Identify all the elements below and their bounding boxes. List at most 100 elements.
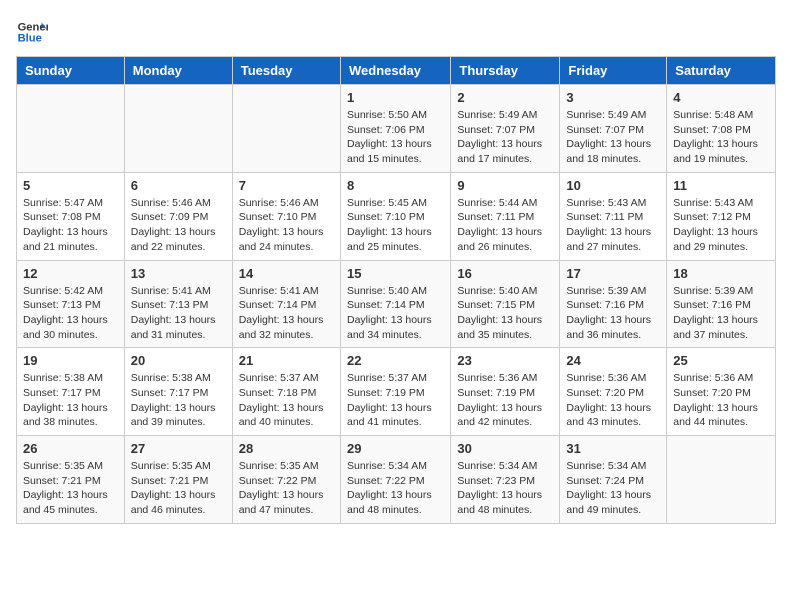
calendar-cell: 27Sunrise: 5:35 AM Sunset: 7:21 PM Dayli… <box>124 436 232 524</box>
col-header-sunday: Sunday <box>17 57 125 85</box>
calendar-cell: 21 Sunrise: 5:37 AM Sunset: 7:18 PM Dayli… <box>232 348 340 436</box>
day-number: 30 <box>457 441 553 456</box>
day-info: Sunrise: 5:34 AM Sunset: 7:24 PM Dayligh… <box>566 459 660 518</box>
calendar-cell: 25 Sunrise: 5:36 AM Sunset: 7:20 PM Dayli… <box>667 348 776 436</box>
calendar-cell: 16Sunrise: 5:40 AM Sunset: 7:15 PM Dayli… <box>451 260 560 348</box>
col-header-monday: Monday <box>124 57 232 85</box>
calendar-cell: 7 Sunrise: 5:46 AM Sunset: 7:10 PM Daylig… <box>232 172 340 260</box>
day-info: Sunrise: 5:37 AM Sunset: 7:18 PM Dayligh… <box>239 371 334 430</box>
day-info: Sunrise: 5:44 AM Sunset: 7:11 PM Dayligh… <box>457 196 553 255</box>
calendar-cell: 13 Sunrise: 5:41 AM Sunset: 7:13 PM Dayli… <box>124 260 232 348</box>
col-header-saturday: Saturday <box>667 57 776 85</box>
page-header: General Blue <box>16 16 776 48</box>
calendar-cell: 8 Sunrise: 5:45 AM Sunset: 7:10 PM Daylig… <box>340 172 450 260</box>
day-number: 9 <box>457 178 553 193</box>
day-number: 17 <box>566 266 660 281</box>
day-number: 4 <box>673 90 769 105</box>
day-info: Sunrise: 5:36 AM Sunset: 7:20 PM Dayligh… <box>566 371 660 430</box>
day-info: Sunrise: 5:35 AM Sunset: 7:22 PM Dayligh… <box>239 459 334 518</box>
calendar-cell: 10Sunrise: 5:43 AM Sunset: 7:11 PM Dayli… <box>560 172 667 260</box>
day-number: 16 <box>457 266 553 281</box>
calendar-cell: 15 Sunrise: 5:40 AM Sunset: 7:14 PM Dayli… <box>340 260 450 348</box>
calendar-cell: 22 Sunrise: 5:37 AM Sunset: 7:19 PM Dayli… <box>340 348 450 436</box>
day-info: Sunrise: 5:36 AM Sunset: 7:19 PM Dayligh… <box>457 371 553 430</box>
calendar-week-5: 26 Sunrise: 5:35 AM Sunset: 7:21 PM Dayli… <box>17 436 776 524</box>
day-info: Sunrise: 5:46 AM Sunset: 7:09 PM Dayligh… <box>131 196 226 255</box>
day-number: 19 <box>23 353 118 368</box>
day-info: Sunrise: 5:34 AM Sunset: 7:22 PM Dayligh… <box>347 459 444 518</box>
col-header-thursday: Thursday <box>451 57 560 85</box>
day-number: 29 <box>347 441 444 456</box>
day-info: Sunrise: 5:35 AM Sunset: 7:21 PM Dayligh… <box>131 459 226 518</box>
calendar-cell: 17 Sunrise: 5:39 AM Sunset: 7:16 PM Dayli… <box>560 260 667 348</box>
col-header-friday: Friday <box>560 57 667 85</box>
day-number: 20 <box>131 353 226 368</box>
calendar-cell: 23 Sunrise: 5:36 AM Sunset: 7:19 PM Dayli… <box>451 348 560 436</box>
day-number: 22 <box>347 353 444 368</box>
calendar-cell: 5Sunrise: 5:47 AM Sunset: 7:08 PM Daylig… <box>17 172 125 260</box>
calendar-cell: 29 Sunrise: 5:34 AM Sunset: 7:22 PM Dayli… <box>340 436 450 524</box>
day-info: Sunrise: 5:37 AM Sunset: 7:19 PM Dayligh… <box>347 371 444 430</box>
svg-text:Blue: Blue <box>18 33 42 45</box>
day-number: 31 <box>566 441 660 456</box>
calendar-cell: 6 Sunrise: 5:46 AM Sunset: 7:09 PM Daylig… <box>124 172 232 260</box>
logo-icon: General Blue <box>16 16 48 48</box>
day-number: 6 <box>131 178 226 193</box>
day-number: 7 <box>239 178 334 193</box>
day-info: Sunrise: 5:36 AM Sunset: 7:20 PM Dayligh… <box>673 371 769 430</box>
calendar-cell: 11 Sunrise: 5:43 AM Sunset: 7:12 PM Dayli… <box>667 172 776 260</box>
calendar-cell: 18Sunrise: 5:39 AM Sunset: 7:16 PM Dayli… <box>667 260 776 348</box>
day-number: 12 <box>23 266 118 281</box>
day-number: 28 <box>239 441 334 456</box>
calendar-cell: 28 Sunrise: 5:35 AM Sunset: 7:22 PM Dayli… <box>232 436 340 524</box>
day-info: Sunrise: 5:50 AM Sunset: 7:06 PM Dayligh… <box>347 108 444 167</box>
day-number: 11 <box>673 178 769 193</box>
day-info: Sunrise: 5:34 AM Sunset: 7:23 PM Dayligh… <box>457 459 553 518</box>
day-number: 15 <box>347 266 444 281</box>
calendar-cell: 2 Sunrise: 5:49 AM Sunset: 7:07 PM Daylig… <box>451 85 560 173</box>
day-info: Sunrise: 5:48 AM Sunset: 7:08 PM Dayligh… <box>673 108 769 167</box>
day-number: 3 <box>566 90 660 105</box>
calendar-cell: 1 Sunrise: 5:50 AM Sunset: 7:06 PM Daylig… <box>340 85 450 173</box>
day-number: 23 <box>457 353 553 368</box>
day-number: 26 <box>23 441 118 456</box>
day-info: Sunrise: 5:49 AM Sunset: 7:07 PM Dayligh… <box>457 108 553 167</box>
calendar-cell <box>124 85 232 173</box>
day-info: Sunrise: 5:43 AM Sunset: 7:12 PM Dayligh… <box>673 196 769 255</box>
day-number: 25 <box>673 353 769 368</box>
day-number: 1 <box>347 90 444 105</box>
day-number: 2 <box>457 90 553 105</box>
day-number: 8 <box>347 178 444 193</box>
calendar-cell: 12 Sunrise: 5:42 AM Sunset: 7:13 PM Dayli… <box>17 260 125 348</box>
calendar-cell: 19 Sunrise: 5:38 AM Sunset: 7:17 PM Dayli… <box>17 348 125 436</box>
day-info: Sunrise: 5:41 AM Sunset: 7:13 PM Dayligh… <box>131 284 226 343</box>
logo: General Blue <box>16 16 48 48</box>
calendar-cell: 24 Sunrise: 5:36 AM Sunset: 7:20 PM Dayli… <box>560 348 667 436</box>
day-number: 21 <box>239 353 334 368</box>
calendar-week-3: 12 Sunrise: 5:42 AM Sunset: 7:13 PM Dayli… <box>17 260 776 348</box>
day-info: Sunrise: 5:39 AM Sunset: 7:16 PM Dayligh… <box>566 284 660 343</box>
col-header-wednesday: Wednesday <box>340 57 450 85</box>
day-number: 13 <box>131 266 226 281</box>
day-number: 14 <box>239 266 334 281</box>
calendar-table: SundayMondayTuesdayWednesdayThursdayFrid… <box>16 56 776 524</box>
calendar-cell <box>17 85 125 173</box>
day-info: Sunrise: 5:45 AM Sunset: 7:10 PM Dayligh… <box>347 196 444 255</box>
calendar-week-2: 5Sunrise: 5:47 AM Sunset: 7:08 PM Daylig… <box>17 172 776 260</box>
calendar-cell: 30 Sunrise: 5:34 AM Sunset: 7:23 PM Dayli… <box>451 436 560 524</box>
calendar-week-1: 1 Sunrise: 5:50 AM Sunset: 7:06 PM Daylig… <box>17 85 776 173</box>
day-info: Sunrise: 5:38 AM Sunset: 7:17 PM Dayligh… <box>23 371 118 430</box>
calendar-cell: 4 Sunrise: 5:48 AM Sunset: 7:08 PM Daylig… <box>667 85 776 173</box>
calendar-cell: 9 Sunrise: 5:44 AM Sunset: 7:11 PM Daylig… <box>451 172 560 260</box>
col-header-tuesday: Tuesday <box>232 57 340 85</box>
day-info: Sunrise: 5:40 AM Sunset: 7:14 PM Dayligh… <box>347 284 444 343</box>
calendar-cell: 3 Sunrise: 5:49 AM Sunset: 7:07 PM Daylig… <box>560 85 667 173</box>
calendar-cell <box>667 436 776 524</box>
day-number: 10 <box>566 178 660 193</box>
day-info: Sunrise: 5:49 AM Sunset: 7:07 PM Dayligh… <box>566 108 660 167</box>
calendar-cell: 26Sunrise: 5:35 AM Sunset: 7:21 PM Dayli… <box>17 436 125 524</box>
day-info: Sunrise: 5:46 AM Sunset: 7:10 PM Dayligh… <box>239 196 334 255</box>
calendar-cell: 20Sunrise: 5:38 AM Sunset: 7:17 PM Dayli… <box>124 348 232 436</box>
day-number: 24 <box>566 353 660 368</box>
day-info: Sunrise: 5:42 AM Sunset: 7:13 PM Dayligh… <box>23 284 118 343</box>
